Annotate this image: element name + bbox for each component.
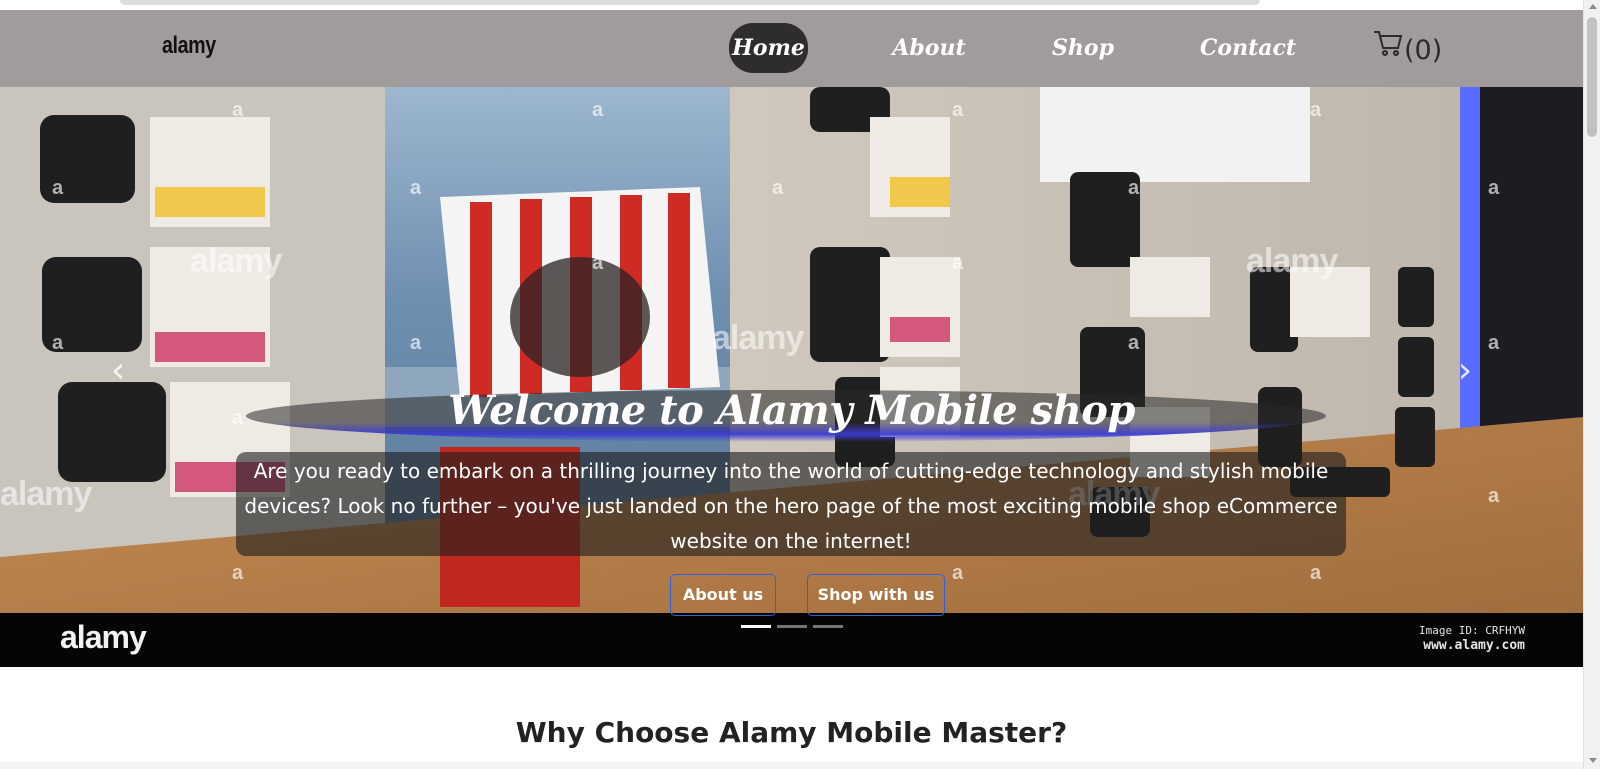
vertical-scrollbar[interactable] [1583,0,1600,769]
watermark-site: www.alamy.com [1423,638,1525,653]
watermark-mark: a [410,177,422,199]
carousel-indicator-1[interactable] [741,625,771,628]
brand-logo[interactable]: alamy [162,32,216,60]
chevron-left-icon: ‹ [110,350,126,391]
watermark-footer: alamy Image ID: CRFHYW www.alamy.com [0,613,1583,667]
navbar: alamy Home About Shop Contact (0) [0,10,1583,87]
watermark-mark: a [232,99,244,121]
watermark-mark: a [1310,562,1322,584]
watermark-mark: a [952,252,964,274]
cart-icon [1372,30,1404,66]
watermark-mark: a [1488,177,1500,199]
watermark-mark: a [772,177,784,199]
top-bar [120,0,1260,5]
watermark-mark: a [592,99,604,121]
scroll-down-arrow-icon[interactable] [1589,758,1597,763]
watermark-mark: a [1128,177,1140,199]
page-bottom-edge [0,762,1583,769]
watermark-word: alamy [190,242,282,280]
watermark-image-id: Image ID: CRFHYW [1419,624,1525,637]
watermark-mark: a [1488,332,1500,354]
watermark-image-info: Image ID: CRFHYW www.alamy.com [1419,623,1525,653]
carousel-prev-button[interactable]: ‹ [107,349,129,393]
carousel-indicator-3[interactable] [813,625,843,628]
watermark-mark: a [592,252,604,274]
nav-contact[interactable]: Contact [1196,23,1300,73]
watermark-mark: a [410,332,422,354]
watermark-mark: a [52,332,64,354]
watermark-mark: a [52,177,64,199]
chevron-right-icon: › [1457,350,1473,391]
why-choose-heading: Why Choose Alamy Mobile Master? [515,716,1068,749]
watermark-mark: a [1310,99,1322,121]
hero-description: Are you ready to embark on a thrilling j… [236,452,1346,556]
shop-with-us-button[interactable]: Shop with us [807,574,945,616]
watermark-mark: a [952,99,964,121]
watermark-word: alamy [1246,242,1338,280]
watermark-logo: alamy [60,619,147,655]
cart-count: (0) [1404,34,1443,66]
hero-title: Welcome to Alamy Mobile shop [448,387,1135,434]
watermark-mark: a [1128,332,1140,354]
nav-about[interactable]: About [882,23,976,73]
nav-shop[interactable]: Shop [1046,23,1120,73]
about-us-button[interactable]: About us [670,574,776,616]
watermark-word: alamy [712,319,804,357]
scroll-up-arrow-icon[interactable] [1589,4,1597,9]
scrollbar-thumb[interactable] [1587,17,1597,137]
hero-carousel: a a a a a a a a a a a a a a a a a a a a … [0,87,1583,667]
watermark-mark: a [232,562,244,584]
carousel-next-button[interactable]: › [1454,349,1476,393]
nav-home[interactable]: Home [729,23,808,73]
cart-button[interactable]: (0) [1372,25,1442,75]
watermark-mark: a [1488,485,1500,507]
carousel-indicator-2[interactable] [777,625,807,628]
watermark-mark: a [952,562,964,584]
watermark-word: alamy [0,475,92,513]
top-strip [0,0,1583,10]
